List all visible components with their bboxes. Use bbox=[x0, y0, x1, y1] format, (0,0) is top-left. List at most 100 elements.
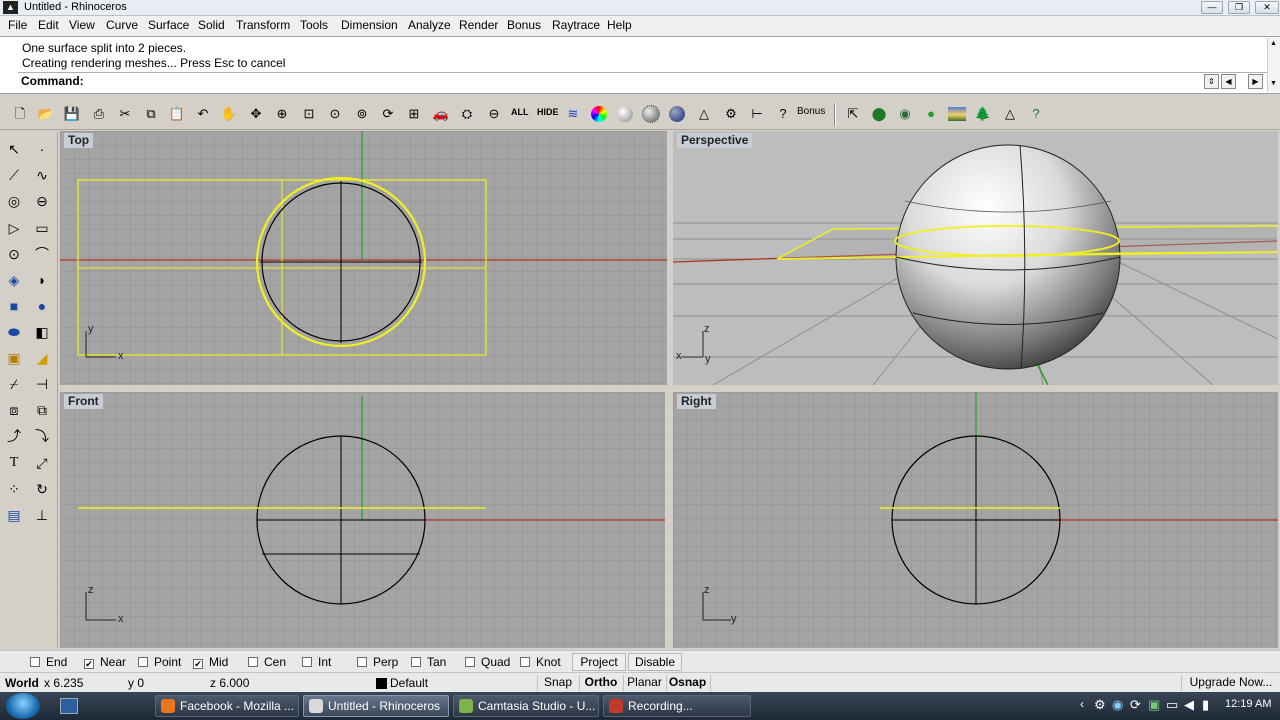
arc-icon[interactable]: ⊙ bbox=[3, 243, 25, 265]
security-icon[interactable]: ◉ bbox=[1112, 697, 1123, 713]
planar-toggle[interactable]: Planar bbox=[623, 675, 665, 691]
osnap-point-checkbox[interactable] bbox=[138, 657, 148, 667]
start-button-icon[interactable] bbox=[6, 693, 40, 719]
command-scrollbar[interactable]: ▲ ▼ bbox=[1267, 38, 1280, 92]
zoom-extents-icon[interactable]: ⊙ bbox=[325, 104, 345, 124]
osnap-toggle[interactable]: Osnap bbox=[666, 675, 708, 691]
hide-objects-label[interactable]: HIDE bbox=[537, 107, 559, 117]
minimize-button[interactable]: — bbox=[1201, 1, 1223, 14]
material-sphere-icon[interactable] bbox=[667, 104, 687, 124]
properties-icon[interactable]: ▤ bbox=[3, 504, 25, 526]
osnap-quad-checkbox[interactable] bbox=[465, 657, 475, 667]
osnap-mid-checkbox[interactable]: ✔ bbox=[193, 659, 203, 669]
rectangle-icon[interactable]: ▭ bbox=[31, 217, 53, 239]
environment-icon[interactable] bbox=[947, 104, 967, 124]
osnap-end[interactable]: End bbox=[30, 655, 67, 669]
rotate-icon[interactable]: ↻ bbox=[31, 478, 53, 500]
osnap-quad[interactable]: Quad bbox=[465, 655, 510, 669]
viewport-front[interactable]: Front z x bbox=[60, 392, 665, 648]
menu-dimension[interactable]: Dimension bbox=[341, 18, 398, 32]
menu-solid[interactable]: Solid bbox=[198, 18, 225, 32]
osnap-perp-checkbox[interactable] bbox=[357, 657, 367, 667]
zoom-dynamic-icon[interactable]: ⊕ bbox=[272, 104, 292, 124]
osnap-near[interactable]: ✔ Near bbox=[84, 655, 126, 669]
menu-tools[interactable]: Tools bbox=[300, 18, 328, 32]
menu-curve[interactable]: Curve bbox=[106, 18, 138, 32]
taskbar-item-camtasia[interactable]: Camtasia Studio - U... bbox=[453, 695, 599, 717]
osnap-cen[interactable]: Cen bbox=[248, 655, 286, 669]
surface-icon[interactable]: ◈ bbox=[3, 269, 25, 291]
scroll-right-icon[interactable]: ▶ bbox=[1248, 74, 1263, 89]
options-icon[interactable]: ⚙ bbox=[721, 104, 741, 124]
viewport-right[interactable]: Right z y bbox=[673, 392, 1278, 648]
render-sphere-icon[interactable] bbox=[641, 104, 661, 124]
osnap-int[interactable]: Int bbox=[302, 655, 331, 669]
render-window-icon[interactable]: ◉ bbox=[895, 104, 915, 124]
bonus-tools-label[interactable]: Bonus bbox=[797, 106, 825, 117]
curve-icon[interactable]: ∿ bbox=[31, 164, 53, 186]
viewport-title-front[interactable]: Front bbox=[64, 394, 103, 409]
viewport-perspective[interactable]: Perspective z x y bbox=[673, 131, 1278, 385]
array-icon[interactable]: ⁘ bbox=[3, 478, 25, 500]
zoom-window-icon[interactable]: ⊡ bbox=[299, 104, 319, 124]
close-button[interactable]: ✕ bbox=[1255, 1, 1279, 14]
viewport-title-top[interactable]: Top bbox=[64, 133, 94, 148]
osnap-knot-checkbox[interactable] bbox=[520, 657, 530, 667]
move-view-icon[interactable]: ✥ bbox=[246, 104, 266, 124]
box-icon[interactable]: ■ bbox=[3, 295, 25, 317]
osnap-tan[interactable]: Tan bbox=[411, 655, 446, 669]
menu-edit[interactable]: Edit bbox=[38, 18, 59, 32]
green-sphere-icon[interactable]: ● bbox=[921, 104, 941, 124]
tray-expand-icon[interactable]: ‹ bbox=[1080, 697, 1084, 711]
osnap-perp[interactable]: Perp bbox=[357, 655, 398, 669]
scroll-left-icon[interactable]: ◀ bbox=[1221, 74, 1236, 89]
osnap-near-checkbox[interactable]: ✔ bbox=[84, 659, 94, 669]
pan-hand-icon[interactable]: ✋ bbox=[219, 104, 239, 124]
trim-icon[interactable]: ⊣ bbox=[31, 373, 53, 395]
export-icon[interactable]: ⇱ bbox=[843, 104, 863, 124]
osnap-int-checkbox[interactable] bbox=[302, 657, 312, 667]
save-icon[interactable]: 💾 bbox=[62, 104, 82, 124]
command-line[interactable]: Command: ⇕ ◀ ▶ bbox=[18, 72, 1268, 91]
rotate-view-icon[interactable]: ⟳ bbox=[378, 104, 398, 124]
ortho-toggle[interactable]: Ortho bbox=[579, 675, 622, 691]
light-cone-icon[interactable]: △ bbox=[1000, 104, 1020, 124]
viewport-title-right[interactable]: Right bbox=[677, 394, 716, 409]
group-icon[interactable]: ⧈ bbox=[3, 399, 25, 421]
new-file-icon[interactable]: 🗋 bbox=[10, 104, 30, 124]
taskbar-item-recording[interactable]: Recording... bbox=[603, 695, 751, 717]
fillet-icon[interactable]: ⌒ bbox=[31, 243, 53, 265]
scroll-down-icon[interactable]: ▼ bbox=[1270, 80, 1277, 87]
join-icon[interactable]: ⧉ bbox=[31, 399, 53, 421]
osnap-end-checkbox[interactable] bbox=[30, 657, 40, 667]
display-icon[interactable]: ▭ bbox=[1166, 697, 1178, 713]
text-tool-icon[interactable]: T bbox=[3, 452, 25, 474]
select-all-icon[interactable]: ⛭ bbox=[457, 104, 477, 124]
maximize-button[interactable]: ❐ bbox=[1228, 1, 1250, 14]
viewport-top[interactable]: Top y x bbox=[60, 131, 667, 385]
menu-transform[interactable]: Transform bbox=[236, 18, 290, 32]
explode-icon[interactable]: ⤴ bbox=[3, 425, 25, 447]
menu-file[interactable]: File bbox=[8, 18, 27, 32]
update-icon[interactable]: ⟳ bbox=[1130, 697, 1141, 713]
help-icon[interactable]: ? bbox=[773, 104, 793, 124]
point-icon[interactable]: · bbox=[31, 138, 53, 160]
current-layer[interactable]: Default bbox=[390, 676, 428, 690]
dimension-tool-icon[interactable]: ⊥ bbox=[31, 504, 53, 526]
cut-icon[interactable]: ✂ bbox=[115, 104, 135, 124]
curvature-icon[interactable]: ◢ bbox=[31, 347, 53, 369]
split-icon[interactable]: ⌿ bbox=[3, 373, 25, 395]
polyline-icon[interactable]: ⟋ bbox=[3, 164, 25, 186]
menu-render[interactable]: Render bbox=[459, 18, 498, 32]
circle-icon[interactable]: ◎ bbox=[3, 190, 25, 212]
camtasia-tray-icon[interactable]: ▣ bbox=[1148, 697, 1160, 713]
car-icon[interactable]: 🚗 bbox=[431, 104, 451, 124]
zoom-selected-icon[interactable]: ⊚ bbox=[352, 104, 372, 124]
menu-bonus[interactable]: Bonus bbox=[507, 18, 541, 32]
osnap-knot[interactable]: Knot bbox=[520, 655, 561, 669]
network-icon[interactable]: ⚙ bbox=[1094, 697, 1106, 713]
extrude-icon[interactable]: ◗ bbox=[31, 269, 53, 291]
spin-up-down-icon[interactable]: ⇕ bbox=[1204, 74, 1219, 89]
mesh-icon[interactable]: ◧ bbox=[31, 321, 53, 343]
viewport-title-perspective[interactable]: Perspective bbox=[677, 133, 753, 148]
